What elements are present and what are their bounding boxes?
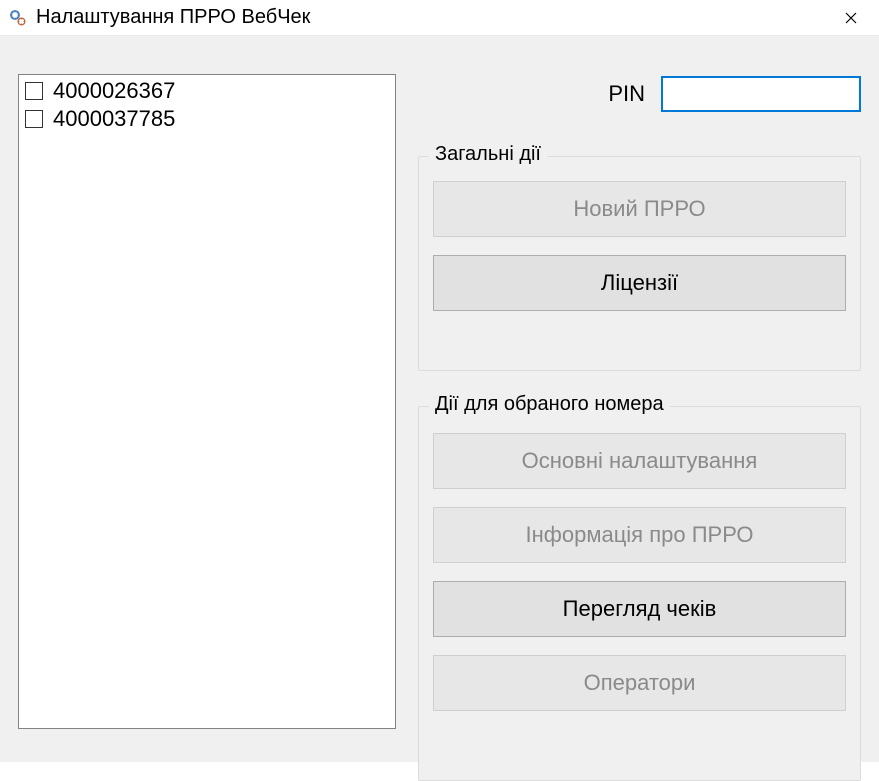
list-item[interactable]: 4000026367: [25, 77, 389, 105]
list-item-label: 4000037785: [53, 106, 175, 132]
view-checks-button[interactable]: Перегляд чеків: [433, 581, 846, 637]
licenses-button[interactable]: Ліцензії: [433, 255, 846, 311]
checkbox-icon[interactable]: [25, 82, 43, 100]
general-actions-group: Загальні дії Новий ПРРО Ліцензії: [418, 156, 861, 371]
list-item-label: 4000026367: [53, 78, 175, 104]
pin-row: PIN: [608, 76, 861, 112]
selected-actions-group: Дії для обраного номера Основні налаштув…: [418, 406, 861, 781]
general-actions-title: Загальні дії: [429, 143, 547, 166]
prro-list[interactable]: 40000263674000037785: [18, 74, 396, 729]
close-icon: [845, 12, 857, 24]
main-settings-button[interactable]: Основні налаштування: [433, 433, 846, 489]
pin-input[interactable]: [661, 76, 861, 112]
selected-actions-title: Дії для обраного номера: [429, 393, 670, 416]
checkbox-icon[interactable]: [25, 110, 43, 128]
operators-button[interactable]: Оператори: [433, 655, 846, 711]
titlebar: Налаштування ПРРО ВебЧек: [0, 0, 879, 36]
new-prro-button[interactable]: Новий ПРРО: [433, 181, 846, 237]
app-icon: [8, 8, 28, 28]
list-item[interactable]: 4000037785: [25, 105, 389, 133]
pin-label: PIN: [608, 81, 645, 107]
window-title: Налаштування ПРРО ВебЧек: [36, 6, 831, 29]
prro-info-button[interactable]: Інформація про ПРРО: [433, 507, 846, 563]
client-area: 40000263674000037785 PIN Загальні дії Но…: [0, 36, 879, 762]
close-button[interactable]: [831, 0, 871, 36]
